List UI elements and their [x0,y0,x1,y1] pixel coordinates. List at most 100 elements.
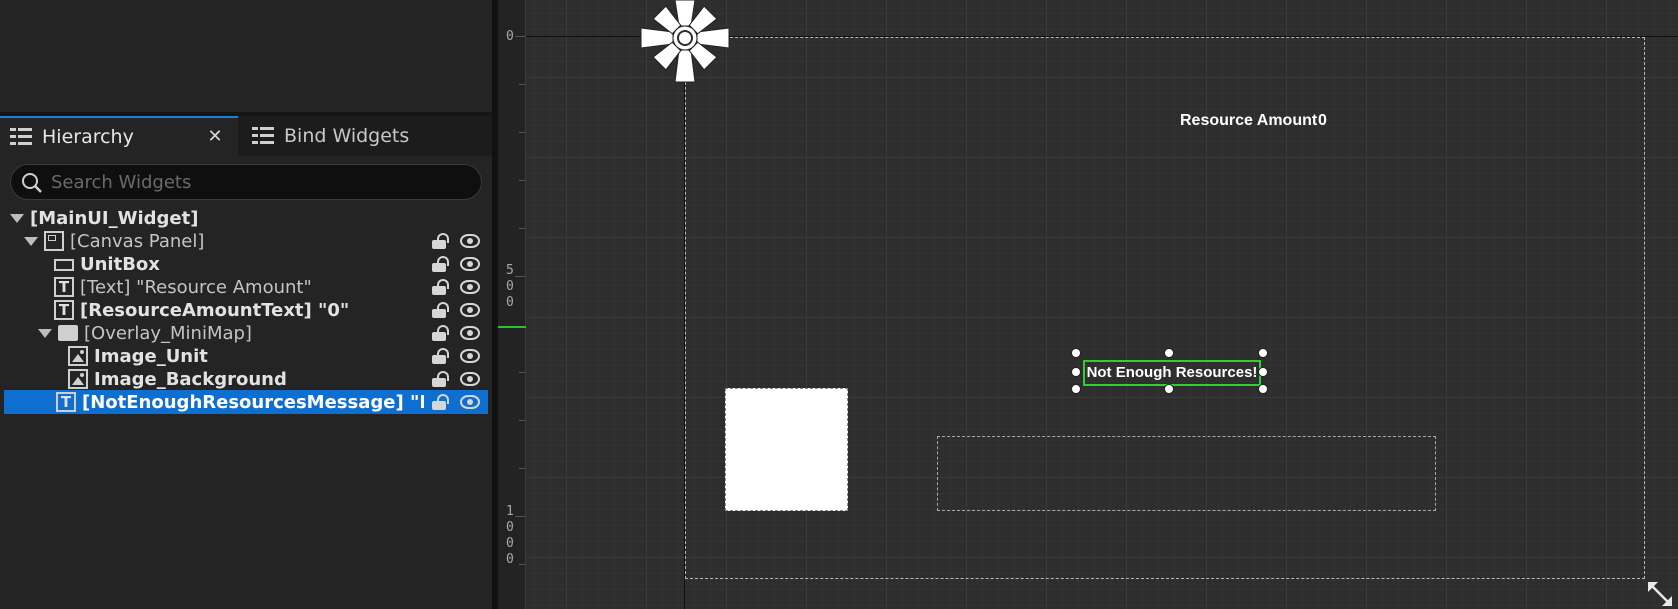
eye-icon[interactable] [460,372,480,386]
resource-amount-value[interactable]: 0 [1318,112,1327,130]
unlock-icon[interactable] [432,371,449,387]
tree-row-label: Image_Background [94,368,287,390]
list-icon [252,127,274,145]
tab-bind-widgets-label: Bind Widgets [284,125,410,147]
image-icon [68,369,88,389]
row-tools [432,321,480,345]
tree-row-label: [Overlay_MiniMap] [84,322,252,344]
image-icon [68,346,88,366]
ruler-tick [519,420,525,421]
search-input[interactable] [51,165,471,199]
tree-row-canvas-panel[interactable]: [Canvas Panel] [4,229,488,253]
expand-arrow-icon[interactable] [38,328,52,338]
box-icon [54,259,74,271]
eye-icon[interactable] [460,234,480,248]
ruler-label: 0 [506,536,514,551]
row-tools [432,390,480,414]
tree-row-overlay-minimap[interactable]: [Overlay_MiniMap] [4,321,488,345]
close-icon[interactable]: ✕ [204,126,226,148]
tree-row-resource-amount-text[interactable]: T [ResourceAmountText] "0" [4,298,488,322]
text-icon: T [54,300,74,320]
panel-tab-bar: Hierarchy ✕ Bind Widgets [0,116,492,156]
resize-handle-bottom-right[interactable] [1258,384,1268,394]
eye-icon[interactable] [460,257,480,271]
unlock-icon[interactable] [432,325,449,341]
unlock-icon[interactable] [432,279,449,295]
row-tools [432,252,480,276]
ruler-label: 0 [506,295,514,310]
eye-icon[interactable] [460,395,480,409]
eye-icon[interactable] [460,303,480,317]
ruler-tick [519,228,525,229]
tree-row-label: [NotEnoughResourcesMessage] "Not Er [82,391,424,413]
row-tools [432,229,480,253]
tree-row-label: [ResourceAmountText] "0" [80,299,350,321]
resize-handle-bottom[interactable] [1164,384,1174,394]
not-enough-resources-message[interactable]: Not Enough Resources! [1083,360,1261,386]
ruler-tick [519,468,525,469]
ruler-label: 0 [506,520,514,535]
ruler-label: 0 [506,552,514,567]
ruler-tick [519,372,525,373]
row-tools [432,367,480,391]
tree-row-label: Image_Unit [94,345,208,367]
tree-row-unitbox[interactable]: UnitBox [4,252,488,276]
search-icon [22,173,42,193]
vertical-ruler: 0 5 0 0 1 0 0 0 [498,0,526,609]
ruler-tick [519,132,525,133]
resize-handle-top-left[interactable] [1071,348,1081,358]
ruler-tick [519,84,525,85]
tree-row-label: [Text] "Resource Amount" [80,276,312,298]
ruler-cursor-marker [498,326,526,328]
tree-row-label: [Canvas Panel] [70,230,205,252]
anchor-icon[interactable] [637,0,733,88]
expand-arrow-icon[interactable] [24,236,38,246]
resize-handle-right[interactable] [1258,367,1268,377]
canvas-panel-icon [44,231,64,251]
tab-bind-widgets[interactable]: Bind Widgets [246,116,486,156]
resize-handle-bottom-left[interactable] [1071,384,1081,394]
unlock-icon[interactable] [432,394,449,410]
eye-icon[interactable] [460,326,480,340]
ruler-label: 5 [506,263,514,278]
minimap-overlay-outline[interactable] [937,436,1436,511]
tab-hierarchy[interactable]: Hierarchy ✕ [0,116,238,156]
designer-palette-area [0,0,492,112]
tree-row-not-enough-resources-message[interactable]: T [NotEnoughResourcesMessage] "Not Er [4,390,488,414]
eye-icon[interactable] [460,280,480,294]
tree-row-label: [MainUI_Widget] [30,207,199,229]
tree-row-mainui-widget[interactable]: [MainUI_Widget] [4,206,488,230]
unlock-icon[interactable] [432,302,449,318]
list-icon [10,128,32,146]
unlock-icon[interactable] [432,256,449,272]
ruler-tick [519,180,525,181]
tree-row-label: UnitBox [80,253,160,275]
row-tools [432,298,480,322]
ruler-tick [515,516,525,517]
tab-hierarchy-label: Hierarchy [42,126,134,148]
resize-handle-top[interactable] [1164,348,1174,358]
tree-row-image-unit[interactable]: Image_Unit [4,344,488,368]
unlock-icon[interactable] [432,348,449,364]
ruler-label: 0 [506,279,514,294]
resize-handle-left[interactable] [1071,367,1081,377]
tree-row-image-background[interactable]: Image_Background [4,367,488,391]
image-unit-widget[interactable] [725,388,848,511]
resize-icon[interactable] [1646,580,1674,608]
eye-icon[interactable] [460,349,480,363]
unlock-icon[interactable] [432,233,449,249]
message-text: Not Enough Resources! [1086,364,1258,381]
expand-arrow-icon[interactable] [10,213,24,223]
ruler-label: 1 [506,504,514,519]
row-tools [432,275,480,299]
ruler-tick [515,36,525,37]
resource-amount-label[interactable]: Resource Amount [1180,112,1317,130]
overlay-icon [58,325,78,341]
ruler-tick [515,276,525,277]
search-box [10,164,482,200]
text-icon: T [56,392,76,412]
tree-row-text-resource-amount[interactable]: T [Text] "Resource Amount" [4,275,488,299]
ruler-label: 0 [506,29,514,44]
resize-handle-top-right[interactable] [1258,348,1268,358]
text-icon: T [54,277,74,297]
